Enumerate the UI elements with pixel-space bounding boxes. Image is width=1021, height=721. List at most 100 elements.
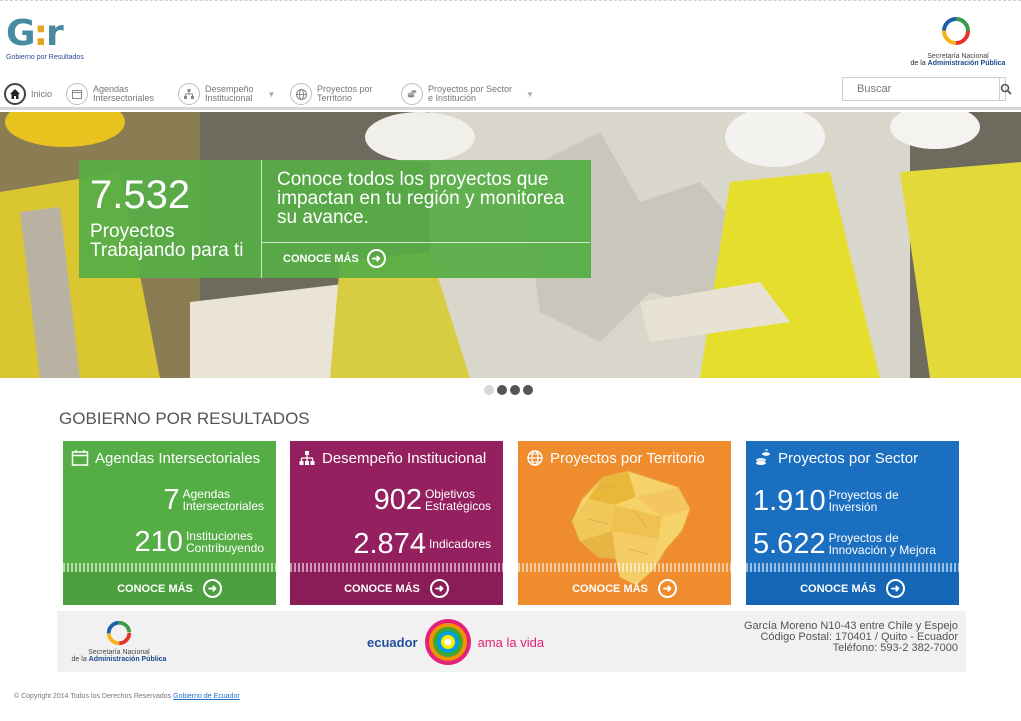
- chevron-down-icon[interactable]: ▼: [526, 90, 534, 99]
- card-divider: [518, 563, 731, 572]
- carousel-dot[interactable]: [523, 385, 533, 395]
- globe-icon: [526, 449, 544, 467]
- gpr-logo-subtitle: Gobierno por Resultados: [6, 54, 84, 61]
- arrow-right-icon: ➜: [202, 579, 222, 598]
- card-stat: 5.622 Proyectos de Innovación y Mejora: [753, 529, 936, 559]
- top-divider: [0, 0, 1021, 3]
- search-button[interactable]: [999, 78, 1012, 100]
- calendar-icon: [66, 83, 88, 105]
- gpr-logo[interactable]: G:r Gobierno por Resultados: [6, 16, 101, 66]
- arrow-right-icon: ➜: [429, 579, 449, 598]
- card-title-label: Proyectos por Sector: [778, 449, 919, 467]
- hero-more-link[interactable]: CONOCE MÁS ➜: [262, 242, 590, 268]
- nav-item-sector[interactable]: Proyectos por Sector e Institución ▼: [401, 81, 534, 107]
- snap-ring-icon: [942, 17, 970, 45]
- hero-stat: 7.532 Proyectos Trabajando para ti: [79, 160, 262, 278]
- footer-snap-logo[interactable]: Secretaría Nacional de la Administración…: [69, 619, 169, 663]
- card-stat: 1.910 Proyectos de Inversión: [753, 486, 899, 516]
- nav-label-sector: Proyectos por Sector e Institución: [428, 84, 513, 103]
- card-title: Desempeño Institucional: [298, 449, 486, 467]
- coins-icon: [754, 449, 772, 467]
- hero-more-label: CONOCE MÁS: [283, 252, 359, 265]
- ecuador-word: ecuador: [367, 634, 418, 650]
- card-more-link[interactable]: CONOCE MÁS ➜: [290, 572, 503, 605]
- globe-icon: [290, 83, 312, 105]
- snap-logo[interactable]: Secretaría Nacional de la Administración…: [903, 16, 1013, 67]
- hero-message: Conoce todos los proyectos que impactan …: [262, 160, 591, 278]
- card-more-label: CONOCE MÁS: [344, 582, 420, 595]
- footer-snap-line1: Secretaría Nacional: [88, 649, 150, 656]
- stat-label: Instituciones Contribuyendo: [185, 529, 264, 555]
- card-desempeno[interactable]: Desempeño Institucional 902 Objetivos Es…: [290, 441, 503, 605]
- home-icon: [4, 83, 26, 105]
- card-stat: 7 Agendas Intersectoriales: [163, 485, 264, 515]
- ama-la-vida-word: ama la vida: [477, 634, 545, 650]
- card-more-label: CONOCE MÁS: [117, 582, 193, 595]
- carousel-dots: [484, 385, 533, 395]
- card-stat: 210 Instituciones Contribuyendo: [135, 527, 264, 557]
- phone-line: Teléfono: 593-2 382-7000: [832, 642, 958, 654]
- org-chart-icon: [298, 449, 316, 467]
- stat-label: Proyectos de Innovación y Mejora: [828, 531, 936, 557]
- carousel-dot[interactable]: [510, 385, 520, 395]
- card-divider: [63, 563, 276, 572]
- snap-ring-icon: [106, 620, 132, 646]
- stat-number: 210: [134, 526, 183, 558]
- chevron-down-icon[interactable]: ▼: [268, 90, 276, 99]
- arrow-right-icon: ➜: [657, 579, 677, 598]
- hero-banner: 7.532 Proyectos Trabajando para ti Conoc…: [0, 112, 1021, 378]
- hero-number-label: Proyectos Trabajando para ti: [90, 221, 244, 261]
- card-title: Proyectos por Territorio: [526, 449, 705, 467]
- hero-callout: 7.532 Proyectos Trabajando para ti Conoc…: [79, 160, 591, 278]
- gpr-logo-mark: G:r: [6, 13, 64, 54]
- card-more-link[interactable]: CONOCE MÁS ➜: [746, 572, 959, 605]
- card-sector[interactable]: Proyectos por Sector 1.910 Proyectos de …: [746, 441, 959, 605]
- card-stat: 2.874 Indicadores: [353, 529, 491, 559]
- stat-label: Indicadores: [428, 537, 491, 551]
- nav-label-territorio: Proyectos por Territorio: [317, 84, 373, 103]
- nav-item-desempeno[interactable]: Desempeño Institucional ▼: [178, 81, 275, 107]
- footer-address: García Moreno N10-43 entre Chile y Espej…: [744, 621, 958, 654]
- nav-label-agendas: Agendas Intersectoriales: [93, 84, 155, 103]
- card-title-label: Proyectos por Territorio: [550, 449, 705, 467]
- nav-item-agendas[interactable]: Agendas Intersectoriales: [66, 81, 154, 107]
- org-chart-icon: [178, 83, 200, 105]
- card-more-link[interactable]: CONOCE MÁS ➜: [63, 572, 276, 605]
- stat-number: 5.622: [753, 528, 826, 560]
- card-territorio[interactable]: Proyectos por Territorio CONOCE MÁS ➜: [518, 441, 731, 605]
- card-title: Proyectos por Sector: [754, 449, 918, 467]
- arrow-right-icon: ➜: [366, 249, 386, 268]
- arrow-right-icon: ➜: [885, 579, 905, 598]
- stat-number: 7: [163, 484, 180, 516]
- stat-label: Objetivos Estratégicos: [424, 487, 491, 513]
- copyright-text: © Copyright 2014 Todos los Derechos Rese…: [14, 693, 174, 700]
- stat-label: Proyectos de Inversión: [828, 488, 899, 514]
- search-input[interactable]: [843, 78, 999, 100]
- card-title-label: Agendas Intersectoriales: [95, 449, 261, 467]
- snap-logo-line1: Secretaría Nacional: [927, 53, 989, 60]
- card-title: Agendas Intersectoriales: [71, 449, 260, 467]
- carousel-dot[interactable]: [484, 385, 494, 395]
- card-more-label: CONOCE MÁS: [572, 582, 648, 595]
- copyright-link[interactable]: Gobierno de Ecuador: [173, 693, 240, 700]
- stat-number: 2.874: [353, 528, 426, 560]
- nav-label-desempeno: Desempeño Institucional: [205, 84, 254, 103]
- card-agendas[interactable]: Agendas Intersectoriales 7 Agendas Inter…: [63, 441, 276, 605]
- coins-icon: [401, 83, 423, 105]
- card-title-label: Desempeño Institucional: [322, 449, 487, 467]
- nav-label-inicio: Inicio: [31, 88, 53, 99]
- nav-item-territorio[interactable]: Proyectos por Territorio: [290, 81, 373, 107]
- footer-band: Secretaría Nacional de la Administración…: [57, 611, 966, 672]
- nav-item-inicio[interactable]: Inicio: [4, 81, 52, 107]
- sunflower-icon: [424, 619, 471, 665]
- carousel-dot[interactable]: [497, 385, 507, 395]
- search-icon: [1000, 83, 1012, 95]
- hero-number: 7.532: [90, 173, 191, 217]
- card-stat: 902 Objetivos Estratégicos: [374, 485, 491, 515]
- hero-text: Conoce todos los proyectos que impactan …: [277, 169, 565, 228]
- ecuador-ama-la-vida-logo[interactable]: ecuador ama la vida: [367, 616, 544, 668]
- card-more-link[interactable]: CONOCE MÁS ➜: [518, 572, 731, 605]
- footer-snap-line2: de la Administración Pública: [71, 656, 167, 663]
- card-more-label: CONOCE MÁS: [800, 582, 876, 595]
- card-divider: [290, 563, 503, 572]
